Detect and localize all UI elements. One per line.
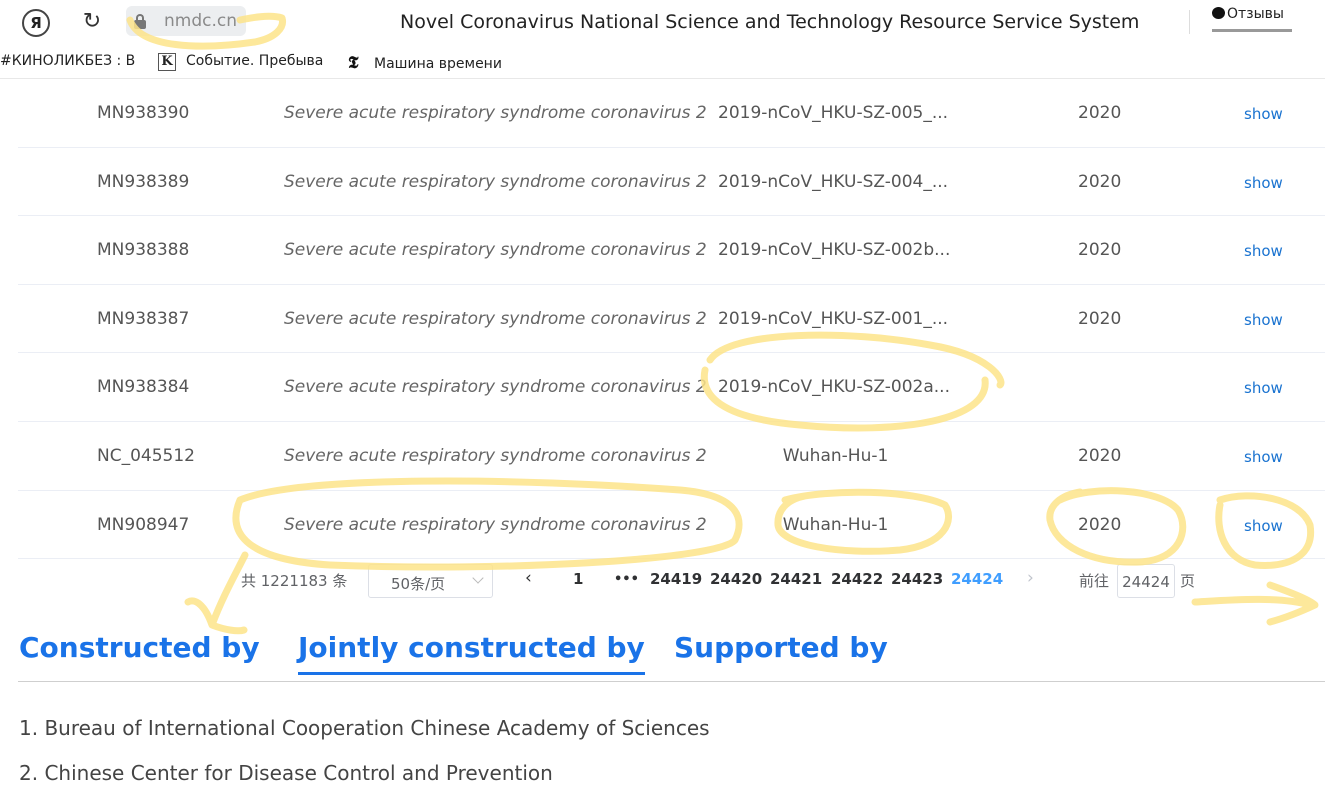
- year-cell: 2020: [1078, 103, 1122, 123]
- bookmark-label: Машина времени: [374, 56, 502, 72]
- goto-prefix: 前往: [1079, 572, 1110, 590]
- strain-cell: Wuhan-Hu-1: [782, 445, 889, 466]
- bookmarks-bar: #КИНОЛИКБЕЗ : В K Событие. Пребыва 𝕿 Машин…: [0, 50, 1325, 76]
- chevron-down-icon: [472, 572, 484, 584]
- species-cell: Severe acute respiratory syndrome corona…: [284, 103, 707, 123]
- reload-icon[interactable]: ↻: [78, 8, 106, 36]
- table-row: MN938384 Severe acute respiratory syndro…: [18, 353, 1325, 422]
- goto-page-input[interactable]: 24424: [1117, 564, 1175, 598]
- show-link[interactable]: show: [1244, 311, 1283, 329]
- strain-cell: 2019-nCoV_HKU-SZ-001_...: [718, 308, 949, 329]
- species-cell: Severe acute respiratory syndrome corona…: [284, 240, 707, 261]
- species-cell: Severe acute respiratory syndrome corona…: [284, 514, 707, 535]
- accession-cell: MN938384: [97, 377, 190, 398]
- page-24421[interactable]: 24421: [770, 570, 822, 588]
- page-1[interactable]: 1: [573, 570, 583, 588]
- show-link[interactable]: show: [1244, 448, 1283, 466]
- species-cell: Severe acute respiratory syndrome corona…: [284, 308, 707, 329]
- feedback-button[interactable]: Отзывы: [1212, 6, 1292, 32]
- browser-toolbar: Я ↻ nmdc.cn Novel Coronavirus National S…: [0, 0, 1325, 46]
- nyt-icon: 𝕿: [348, 53, 359, 73]
- feedback-label: Отзывы: [1227, 6, 1284, 22]
- year-cell: 2020: [1078, 445, 1122, 466]
- strain-cell: 2019-nCoV_HKU-SZ-004_...: [718, 171, 949, 192]
- lock-icon: [134, 14, 146, 29]
- page-24419[interactable]: 24419: [650, 570, 702, 588]
- accession-cell: MN938389: [97, 171, 190, 192]
- accession-cell: MN938387: [97, 308, 190, 329]
- year-cell: 2020: [1078, 240, 1122, 261]
- goto-suffix: 页: [1180, 572, 1196, 590]
- accession-cell: MN938388: [97, 240, 190, 261]
- tab-jointly-constructed-by[interactable]: Jointly constructed by: [298, 631, 645, 675]
- page-24420[interactable]: 24420: [710, 570, 762, 588]
- strain-cell: 2019-nCoV_HKU-SZ-005_...: [718, 103, 949, 123]
- table-row: MN938390 Severe acute respiratory syndro…: [18, 79, 1325, 148]
- show-link[interactable]: show: [1244, 379, 1283, 397]
- bookmark-kinolikbez[interactable]: #КИНОЛИКБЕЗ : В: [0, 53, 135, 69]
- species-cell: Severe acute respiratory syndrome corona…: [284, 171, 707, 192]
- strain-cell: 2019-nCoV_HKU-SZ-002b...: [718, 240, 951, 261]
- table-row: MN908947 Severe acute respiratory syndro…: [18, 491, 1325, 560]
- page-ellipsis[interactable]: •••: [614, 572, 639, 587]
- year-cell: 2020: [1078, 171, 1122, 192]
- species-cell: Severe acute respiratory syndrome corona…: [284, 377, 707, 398]
- accession-cell: MN938390: [97, 103, 190, 123]
- strain-cell: Wuhan-Hu-1: [782, 514, 889, 535]
- page-title: Novel Coronavirus National Science and T…: [400, 11, 1140, 33]
- organization-list: 1. Bureau of International Cooperation C…: [19, 716, 710, 806]
- show-link[interactable]: show: [1244, 174, 1283, 192]
- table-row: MN938389 Severe acute respiratory syndro…: [18, 148, 1325, 217]
- page-24424-current[interactable]: 24424: [951, 570, 1003, 588]
- accession-cell: MN908947: [97, 514, 190, 535]
- chevron-right-icon[interactable]: ›: [1027, 568, 1034, 588]
- tab-supported-by[interactable]: Supported by: [674, 631, 888, 664]
- bookmark-kommersant[interactable]: K Событие. Пребыва: [158, 53, 328, 71]
- bookmark-label: Событие. Пребыва: [186, 53, 324, 69]
- genome-table: MN938390 Severe acute respiratory syndro…: [18, 79, 1325, 560]
- footer-tabs: Constructed by Jointly constructed by Su…: [18, 620, 1325, 682]
- total-count: 共 1221183 条: [241, 572, 348, 590]
- show-link[interactable]: show: [1244, 105, 1283, 123]
- list-item: 1. Bureau of International Cooperation C…: [19, 716, 710, 740]
- page-size-select[interactable]: 50条/页: [368, 564, 493, 598]
- page-24422[interactable]: 24422: [831, 570, 883, 588]
- show-link[interactable]: show: [1244, 517, 1283, 535]
- address-text[interactable]: nmdc.cn: [164, 11, 237, 31]
- show-link[interactable]: show: [1244, 242, 1283, 260]
- year-cell: 2020: [1078, 514, 1122, 535]
- page-24423[interactable]: 24423: [891, 570, 943, 588]
- species-cell: Severe acute respiratory syndrome corona…: [284, 445, 707, 466]
- bookmark-label: #КИНОЛИКБЕЗ : В: [0, 53, 135, 69]
- year-cell: 2020: [1078, 308, 1122, 329]
- table-row: NC_045512 Severe acute respiratory syndr…: [18, 422, 1325, 491]
- yandex-icon[interactable]: Я: [22, 9, 50, 37]
- pagination: 共 1221183 条 50条/页 ‹ 1 ••• 24419 24420 24…: [0, 560, 1325, 600]
- kommersant-icon: K: [158, 53, 176, 71]
- table-row: MN938387 Severe acute respiratory syndro…: [18, 285, 1325, 354]
- table-row: MN938388 Severe acute respiratory syndro…: [18, 216, 1325, 285]
- address-bar[interactable]: nmdc.cn: [126, 6, 246, 36]
- list-item: 2. Chinese Center for Disease Control an…: [19, 761, 553, 785]
- strain-cell: 2019-nCoV_HKU-SZ-002a...: [718, 377, 950, 398]
- feedback-bubble-icon: [1212, 7, 1225, 19]
- page-size-value: 50条/页: [391, 575, 446, 593]
- bookmark-mashina-vremeni[interactable]: 𝕿 Машина времени: [348, 53, 516, 73]
- accession-cell: NC_045512: [97, 445, 195, 466]
- tab-constructed-by[interactable]: Constructed by: [19, 631, 260, 664]
- chevron-left-icon[interactable]: ‹: [525, 568, 532, 588]
- toolbar-divider: [1189, 10, 1190, 34]
